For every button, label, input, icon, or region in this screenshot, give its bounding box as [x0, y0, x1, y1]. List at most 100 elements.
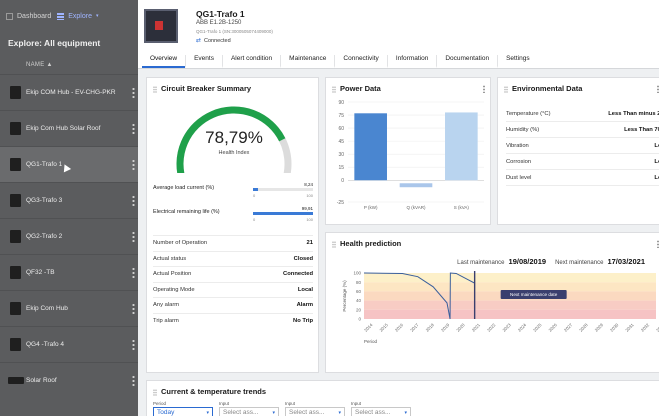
environmental-key: Temperature (°C): [506, 110, 551, 117]
avg-load-current-max: 100: [306, 193, 313, 198]
tab-documentation[interactable]: Documentation: [436, 55, 497, 68]
cb-status-value: Local: [297, 286, 313, 293]
tab-events[interactable]: Events: [185, 55, 222, 68]
drag-handle-icon[interactable]: [504, 86, 508, 93]
tab-connectivity[interactable]: Connectivity: [334, 55, 386, 68]
device-status: ⇄ Connected: [196, 37, 231, 45]
device-icon: [10, 86, 21, 99]
kebab-menu-icon[interactable]: [132, 231, 135, 242]
trend-control-label: Input: [285, 401, 296, 406]
sidebar-equipment-item[interactable]: QF32 -TB: [0, 254, 138, 290]
device-icon: [10, 194, 21, 207]
drag-handle-icon[interactable]: [153, 86, 157, 93]
health-x-tick-label: 2029: [594, 322, 605, 333]
tab-information[interactable]: Information: [386, 55, 437, 68]
trend-control-label: Period: [153, 401, 167, 406]
health-y-axis-label: Percentage (%): [342, 280, 347, 312]
health-x-tick-label: 2021: [471, 322, 482, 333]
environmental-value: Low: [654, 158, 659, 165]
sidebar-equipment-item[interactable]: QG3-Trafo 3: [0, 182, 138, 218]
kebab-menu-icon[interactable]: [132, 267, 135, 278]
health-x-tick-label: 2032: [640, 322, 651, 333]
drag-handle-icon[interactable]: [153, 389, 157, 396]
device-thumbnail: [144, 9, 178, 43]
more-menu-icon[interactable]: [483, 85, 485, 93]
sidebar-equipment-item[interactable]: QG4 -Trafo 4: [0, 326, 138, 362]
nav-explore[interactable]: Explore ▾: [57, 12, 99, 20]
kebab-menu-icon[interactable]: [132, 339, 135, 350]
drag-handle-icon[interactable]: [332, 86, 336, 93]
sidebar-equipment-item[interactable]: Ekip Com Hub: [0, 290, 138, 326]
environmental-key: Vibration: [506, 142, 529, 149]
app-root: Dashboard Explore ▾ Explore: All equipme…: [0, 0, 659, 416]
power-bar[interactable]: [399, 183, 433, 188]
electrical-remaining-life-value: 99,91: [301, 206, 313, 211]
environmental-key: Corrosion: [506, 158, 532, 165]
tab-settings[interactable]: Settings: [497, 55, 538, 68]
kebab-menu-icon[interactable]: [132, 375, 135, 386]
health-x-tick-label: 2014: [363, 322, 374, 333]
asset-select[interactable]: Select ass... ▾: [351, 407, 411, 416]
health-x-tick-label: 2025: [532, 322, 543, 333]
health-prediction-title: Health prediction: [340, 239, 402, 248]
sidebar-item-label: QG1-Trafo 1: [26, 160, 63, 168]
nav-dashboard[interactable]: Dashboard: [6, 12, 51, 20]
trend-control-label: Input: [351, 401, 362, 406]
trend-control: Input Select ass... ▾: [351, 401, 411, 416]
health-y-tick-label: 80: [356, 280, 362, 285]
tab-alert-condition[interactable]: Alert condition: [221, 55, 280, 68]
trend-control: Period Today ▾: [153, 401, 213, 416]
device-icon: [10, 266, 21, 279]
select-value: Today: [157, 409, 175, 416]
select-value: Select ass...: [223, 409, 259, 416]
device-title: QG1-Trafo 1: [196, 9, 245, 19]
electrical-remaining-life-metric: Electrical remaining life (%) 99,91 0 10…: [153, 206, 313, 226]
cb-status-key: Any alarm: [153, 302, 180, 309]
cb-status-value: Connected: [283, 271, 313, 278]
kebab-menu-icon[interactable]: [132, 123, 135, 134]
kebab-menu-icon[interactable]: [132, 303, 135, 314]
sidebar-item-label: Ekip Com Hub: [26, 304, 68, 312]
power-y-tick-label: 15: [338, 165, 344, 171]
asset-select[interactable]: Select ass... ▾: [219, 407, 279, 416]
chevron-down-icon: ▾: [272, 409, 275, 416]
sidebar-equipment-item[interactable]: Ekip Com Hub Solar Roof: [0, 110, 138, 146]
health-band: [364, 300, 656, 310]
kebab-menu-icon[interactable]: [132, 159, 135, 170]
sidebar-equipment-item[interactable]: Solar Roof: [0, 362, 138, 398]
tab-maintenance[interactable]: Maintenance: [280, 55, 334, 68]
cb-status-row: Number of Operation 21: [153, 235, 313, 251]
asset-select[interactable]: Select ass... ▾: [285, 407, 345, 416]
health-x-tick-label: 2030: [609, 322, 620, 333]
power-y-tick-label: 30: [338, 152, 344, 158]
power-x-tick-label: Q (kVAR): [407, 205, 426, 210]
sidebar-equipment-item[interactable]: Ekip COM Hub - EV-CHG-PKR: [0, 74, 138, 110]
drag-handle-icon[interactable]: [332, 241, 336, 248]
kebab-menu-icon[interactable]: [132, 87, 135, 98]
cb-status-value: Closed: [293, 255, 313, 262]
period-select[interactable]: Today ▾: [153, 407, 213, 416]
avg-load-current-min: 0: [253, 193, 256, 198]
health-x-tick-label: 2016: [394, 322, 405, 333]
power-bar[interactable]: [354, 113, 387, 181]
environmental-row: Vibration Low: [506, 138, 659, 154]
avg-load-current-track: [253, 188, 313, 191]
main-panel: QG1-Trafo 1 ABB E1.2B-1250 QG1-Trafo 1 (…: [138, 0, 659, 416]
kebab-menu-icon[interactable]: [132, 195, 135, 206]
sidebar-equipment-item[interactable]: QG2-Trafo 2: [0, 218, 138, 254]
chevron-down-icon: ▾: [338, 409, 341, 416]
power-bar[interactable]: [445, 112, 478, 181]
environmental-key: Humidity (%): [506, 126, 540, 133]
cb-status-key: Actual Position: [153, 271, 192, 278]
next-maintenance-label: Next maintenance: [555, 260, 604, 266]
health-y-tick-label: 100: [353, 271, 361, 276]
trend-control: Input Select ass... ▾: [285, 401, 345, 416]
name-column-header[interactable]: NAME ▲: [0, 62, 138, 74]
avg-load-current-fill: [253, 188, 258, 191]
next-maintenance-tooltip-label: Next maintenance date: [510, 292, 558, 297]
health-x-tick-label: 2024: [517, 322, 528, 333]
sidebar-item-label: QG2-Trafo 2: [26, 232, 63, 240]
cb-status-key: Trip alarm: [153, 317, 179, 324]
maintenance-dates: Last maintenance 19/08/2019 Next mainten…: [457, 257, 650, 266]
tab-overview[interactable]: Overview: [142, 55, 186, 68]
